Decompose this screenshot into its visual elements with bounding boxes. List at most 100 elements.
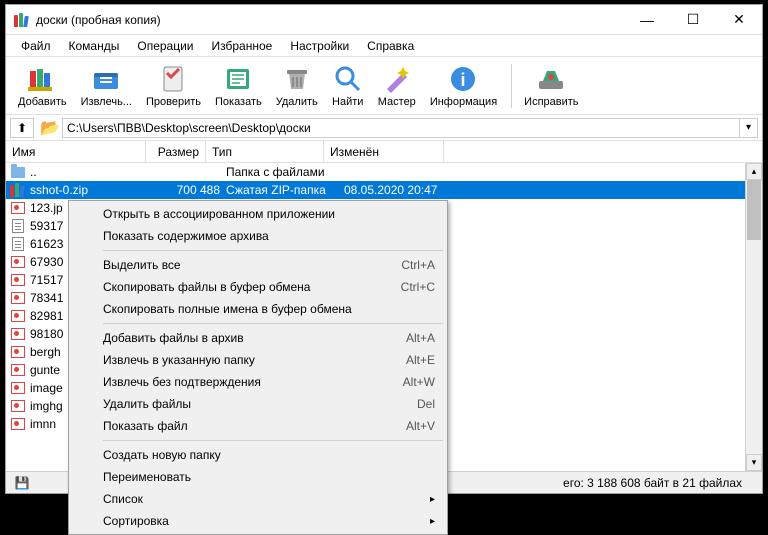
image-file-icon <box>10 362 26 378</box>
column-name[interactable]: Имя <box>6 141 146 162</box>
column-modified[interactable]: Изменён <box>324 141 444 162</box>
menu-item-label: Скопировать полные имена в буфер обмена <box>103 302 352 316</box>
context-menu-item[interactable]: Переименовать <box>71 466 445 488</box>
image-file-icon <box>10 344 26 360</box>
context-menu-item[interactable]: Создать новую папку <box>71 444 445 466</box>
context-menu-item[interactable]: Открыть в ассоциированном приложении <box>71 203 445 225</box>
menu-help[interactable]: Справка <box>358 37 423 55</box>
toolbar-label: Добавить <box>18 96 67 108</box>
scroll-thumb[interactable] <box>747 180 761 240</box>
menu-item-label: Открыть в ассоциированном приложении <box>103 207 335 221</box>
context-menu-item[interactable]: Добавить файлы в архив Alt+A <box>71 327 445 349</box>
context-menu-item[interactable]: Показать файлAlt+V <box>71 415 445 437</box>
address-bar: ⬆ 📂 C:\Users\ПВВ\Desktop\screen\Desktop\… <box>6 115 762 141</box>
menu-shortcut: Alt+A <box>406 331 435 345</box>
archive-icon <box>10 182 26 198</box>
context-menu-item[interactable]: Удалить файлыDel <box>71 393 445 415</box>
menu-shortcut: Alt+W <box>403 375 435 389</box>
scroll-up-button[interactable]: ▴ <box>746 163 762 180</box>
image-file-icon <box>10 272 26 288</box>
context-menu-item[interactable]: Показать содержимое архива <box>71 225 445 247</box>
toolbar-label: Проверить <box>146 96 201 108</box>
menu-item-label: Создать новую папку <box>103 448 221 462</box>
address-text: C:\Users\ПВВ\Desktop\screen\Desktop\доск… <box>67 121 311 135</box>
scroll-down-button[interactable]: ▾ <box>746 454 762 471</box>
menu-item-label: Извлечь без подтверждения <box>103 375 261 389</box>
maximize-button[interactable]: ☐ <box>670 5 716 35</box>
image-file-icon <box>10 326 26 342</box>
menu-item-label: Показать файл <box>103 419 188 433</box>
context-menu-item[interactable]: Извлечь в указанную папку Alt+E <box>71 349 445 371</box>
menu-shortcut: Alt+E <box>406 353 435 367</box>
context-menu-item[interactable]: Выделить все Ctrl+A <box>71 254 445 276</box>
toolbar-label: Извлечь... <box>81 96 132 108</box>
menu-item-label: Выделить все <box>103 258 181 272</box>
submenu-arrow-icon: ▸ <box>430 516 435 527</box>
column-type[interactable]: Тип <box>206 141 324 162</box>
wizard-icon <box>381 63 413 95</box>
file-name: sshot-0.zip <box>30 183 160 197</box>
toolbar-проверить[interactable]: Проверить <box>140 61 207 110</box>
close-button[interactable]: ✕ <box>716 5 762 35</box>
toolbar-удалить[interactable]: Удалить <box>270 61 324 110</box>
file-name: .. <box>30 165 160 179</box>
window-title: доски (пробная копия) <box>36 13 624 27</box>
toolbar-label: Удалить <box>276 96 318 108</box>
menu-shortcut: Ctrl+A <box>401 258 435 272</box>
delete-icon <box>281 63 313 95</box>
minimize-button[interactable]: ― <box>624 5 670 35</box>
vertical-scrollbar[interactable]: ▴ ▾ <box>745 163 762 471</box>
file-row[interactable]: sshot-0.zip700 488Сжатая ZIP-папка08.05.… <box>6 181 762 199</box>
folder-icon: 📂 <box>40 118 58 138</box>
file-type: Папка с файлами <box>220 165 338 179</box>
menubar: Файл Команды Операции Избранное Настройк… <box>6 35 762 57</box>
menu-separator <box>103 440 443 441</box>
menu-item-label: Скопировать файлы в буфер обмена <box>103 280 310 294</box>
toolbar-мастер[interactable]: Мастер <box>372 61 422 110</box>
toolbar-исправить[interactable]: Исправить <box>518 61 584 110</box>
column-size[interactable]: Размер <box>146 141 206 162</box>
text-file-icon <box>10 236 26 252</box>
toolbar-информация[interactable]: iИнформация <box>424 61 503 110</box>
menu-file[interactable]: Файл <box>12 37 60 55</box>
image-file-icon <box>10 290 26 306</box>
address-input[interactable]: C:\Users\ПВВ\Desktop\screen\Desktop\доск… <box>62 118 740 138</box>
context-menu-item[interactable]: Список ▸ <box>71 488 445 510</box>
toolbar-извлечь[interactable]: Извлечь... <box>75 61 138 110</box>
context-menu-item[interactable]: Сортировка ▸ <box>71 510 445 532</box>
image-file-icon <box>10 380 26 396</box>
context-menu-item[interactable]: Скопировать полные имена в буфер обмена <box>71 298 445 320</box>
menu-separator <box>103 250 443 251</box>
file-size: 700 488 <box>160 183 220 197</box>
context-menu-item[interactable]: Извлечь без подтверждения Alt+W <box>71 371 445 393</box>
file-modified: 08.05.2020 20:47 <box>338 183 458 197</box>
menu-commands[interactable]: Команды <box>60 37 129 55</box>
view-icon <box>222 63 254 95</box>
submenu-arrow-icon: ▸ <box>430 494 435 505</box>
image-file-icon <box>10 308 26 324</box>
toolbar-добавить[interactable]: Добавить <box>12 61 73 110</box>
file-type: Сжатая ZIP-папка <box>220 183 338 197</box>
toolbar-label: Мастер <box>378 96 416 108</box>
menu-item-label: Показать содержимое архива <box>103 229 269 243</box>
context-menu-item[interactable]: Скопировать файлы в буфер обмена Ctrl+C <box>71 276 445 298</box>
menu-item-label: Сортировка <box>103 514 169 528</box>
menu-favorites[interactable]: Избранное <box>203 37 282 55</box>
file-row[interactable]: .. Папка с файлами <box>6 163 762 181</box>
list-header: Имя Размер Тип Изменён <box>6 141 762 163</box>
menu-item-label: Добавить файлы в архив <box>103 331 244 345</box>
menu-item-label: Извлечь в указанную папку <box>103 353 255 367</box>
address-dropdown[interactable]: ▾ <box>740 118 758 138</box>
folder-icon <box>10 164 26 180</box>
menu-item-label: Список <box>103 492 143 506</box>
toolbar-показать[interactable]: Показать <box>209 61 268 110</box>
menu-shortcut: Ctrl+C <box>401 280 435 294</box>
context-menu: Открыть в ассоциированном приложении Пока… <box>68 200 448 535</box>
status-total: его: 3 188 608 байт в 21 файлах <box>563 476 762 490</box>
toolbar-найти[interactable]: Найти <box>326 61 370 110</box>
menu-settings[interactable]: Настройки <box>281 37 358 55</box>
up-button[interactable]: ⬆ <box>10 118 34 138</box>
menu-operations[interactable]: Операции <box>128 37 202 55</box>
repair-icon <box>535 63 567 95</box>
menu-item-label: Удалить файлы <box>103 397 191 411</box>
